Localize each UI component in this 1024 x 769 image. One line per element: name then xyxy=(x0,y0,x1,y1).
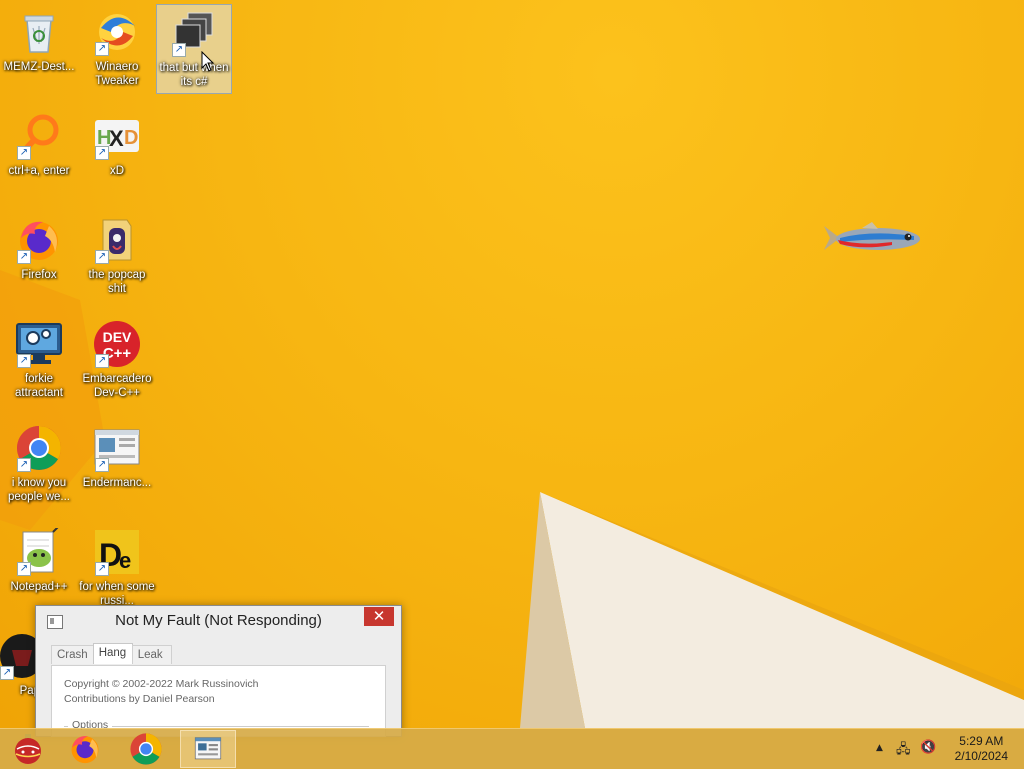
clock-time: 5:29 AM xyxy=(959,734,1004,748)
clock-date: 2/10/2024 xyxy=(954,749,1008,763)
desktop-icon-that-but-when-its-csharp[interactable]: ↗ that but when its c# xyxy=(156,4,232,94)
chrome-icon xyxy=(130,733,162,765)
desktop-icon-label: forkie attractant xyxy=(15,373,63,399)
shortcut-arrow-icon: ↗ xyxy=(95,354,109,368)
shortcut-arrow-icon: ↗ xyxy=(17,354,31,368)
tab-panel-hang: Copyright © 2002-2022 Mark Russinovich C… xyxy=(51,665,386,737)
desktop-icon-label: ctrl+a, enter xyxy=(8,165,70,177)
desktop-icon-notepadpp[interactable]: ↗ Notepad++ xyxy=(1,524,77,614)
copyright-text: Copyright © 2002-2022 Mark Russinovich xyxy=(64,678,259,690)
taskbar-ornament-app[interactable] xyxy=(0,730,56,768)
desktop-icon-label: Endermanc... xyxy=(82,477,152,489)
notepadpp-icon: ↗ xyxy=(15,528,63,576)
ornament-icon xyxy=(15,734,41,764)
shortcut-arrow-icon: ↗ xyxy=(95,562,109,576)
options-groupbox: Options xyxy=(64,719,369,731)
taskbar-firefox[interactable] xyxy=(57,730,113,768)
shortcut-arrow-icon: ↗ xyxy=(95,250,109,264)
desktop-icon-forkie-attractant[interactable]: ↗ forkie attractant xyxy=(1,316,77,406)
tab-strip: Crash Hang Leak xyxy=(51,643,172,665)
taskbar-chrome[interactable] xyxy=(118,730,174,768)
desktop-icon-firefox[interactable]: ↗ Firefox xyxy=(1,212,77,302)
show-hidden-icons-button[interactable]: ▲ xyxy=(876,743,883,753)
tab-hang[interactable]: Hang xyxy=(92,643,133,664)
svg-text:DEV: DEV xyxy=(103,329,132,345)
window-titlebar[interactable]: Not My Fault (Not Responding) ✕ xyxy=(36,606,401,636)
shortcut-arrow-icon: ↗ xyxy=(95,458,109,472)
shortcut-arrow-icon: ↗ xyxy=(17,562,31,576)
folder-icon: ↗ xyxy=(93,216,141,264)
de-icon: De ↗ xyxy=(93,528,141,576)
shortcut-arrow-icon: ↗ xyxy=(95,42,109,56)
winaero-icon: ↗ xyxy=(93,8,141,56)
contributions-text: Contributions by Daniel Pearson xyxy=(64,693,215,705)
window-title: Not My Fault (Not Responding) xyxy=(115,612,322,629)
desktop-icon-for-when-some-russi[interactable]: De ↗ for when some russi... xyxy=(79,524,155,614)
svg-text:e: e xyxy=(119,548,131,573)
devcpp-icon: DEV C++ ↗ xyxy=(93,320,141,368)
desktop-icon-the-popcap-shit[interactable]: ↗ the popcap shit xyxy=(79,212,155,302)
desktop-icon-label: that but when its c# xyxy=(159,62,229,88)
desktop-icon-embarcadero-devcpp[interactable]: DEV C++ ↗ Embarcadero Dev-C++ xyxy=(79,316,155,406)
firefox-icon: ↗ xyxy=(15,216,63,264)
magnifier-icon: ↗ xyxy=(15,112,63,160)
shortcut-arrow-icon: ↗ xyxy=(0,666,14,680)
mouse-cursor-icon xyxy=(201,51,215,72)
desktop-icon-i-know-you-people[interactable]: ↗ i know you people we... xyxy=(1,420,77,510)
neon-tetra-fish xyxy=(824,222,920,250)
desktop-icon-label: the popcap shit xyxy=(88,269,146,295)
desktop-icon-label: xD xyxy=(109,165,125,177)
window-app-icon: ↗ xyxy=(93,424,141,472)
desktop-icon-winaero-tweaker[interactable]: ↗ Winaero Tweaker xyxy=(79,4,155,94)
desktop-icon-label: Firefox xyxy=(21,269,57,281)
taskbar-not-my-fault[interactable] xyxy=(180,730,236,768)
desktop-icon-label: Notepad++ xyxy=(10,581,68,593)
shortcut-arrow-icon: ↗ xyxy=(95,146,109,160)
desktop-icon-label: Embarcadero Dev-C++ xyxy=(82,373,152,399)
desktop-icon-ctrl-a-enter[interactable]: ↗ ctrl+a, enter xyxy=(1,108,77,198)
desktop-icon-label: MEMZ-Dest... xyxy=(3,61,75,73)
not-my-fault-window[interactable]: Not My Fault (Not Responding) ✕ Crash Ha… xyxy=(35,605,402,737)
shortcut-arrow-icon: ↗ xyxy=(17,146,31,160)
shortcut-arrow-icon: ↗ xyxy=(17,458,31,472)
svg-text:X: X xyxy=(109,126,124,151)
network-icon[interactable]: 🖧 xyxy=(896,740,911,762)
shortcut-arrow-icon: ↗ xyxy=(17,250,31,264)
stacked-windows-icon: ↗ xyxy=(170,9,218,57)
desktop-icon-endermanc[interactable]: ↗ Endermanc... xyxy=(79,420,155,510)
desktop-icon-label: i know you people we... xyxy=(7,477,70,503)
desktop-icon-label: Winaero Tweaker xyxy=(95,61,139,87)
hxd-icon: HXD ↗ xyxy=(93,112,141,160)
chrome-icon: ↗ xyxy=(15,424,63,472)
clock[interactable]: 5:29 AM 2/10/2024 xyxy=(955,734,1008,764)
desktop-icon-label: for when some russi... xyxy=(79,581,155,607)
tab-leak[interactable]: Leak xyxy=(131,645,172,664)
svg-text:D: D xyxy=(124,127,138,149)
firefox-icon xyxy=(71,736,99,764)
volume-muted-icon[interactable]: 🔇 xyxy=(920,740,936,755)
recycle-bin-icon xyxy=(15,8,63,56)
tab-crash[interactable]: Crash xyxy=(51,645,94,664)
desktop-icon-recycle-bin[interactable]: MEMZ-Dest... xyxy=(1,4,77,94)
shortcut-arrow-icon: ↗ xyxy=(172,43,186,57)
taskbar: ▲ 🖧 🔇 5:29 AM 2/10/2024 xyxy=(0,728,1024,769)
window-app-icon xyxy=(194,737,222,760)
close-button[interactable]: ✕ xyxy=(364,607,394,626)
desktop-icon-xd[interactable]: HXD ↗ xD xyxy=(79,108,155,198)
monitor-gear-icon: ↗ xyxy=(15,320,63,368)
